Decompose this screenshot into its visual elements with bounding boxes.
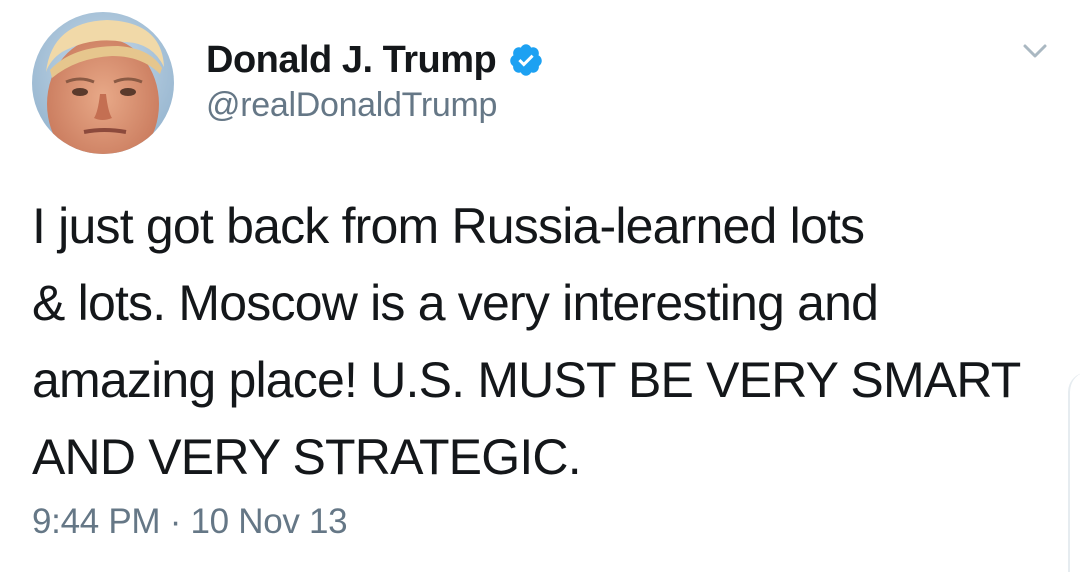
author-row[interactable]: Donald J. Trump: [206, 36, 544, 84]
tweet-time: 9:44 PM: [32, 502, 161, 541]
author-handle[interactable]: @realDonaldTrump: [206, 86, 497, 125]
avatar-image: [32, 12, 174, 154]
tweet-text-line: AND VERY STRATEGIC.: [32, 429, 582, 485]
tweet-text-line: amazing place! U.S. MUST BE VERY SMART: [32, 352, 1021, 408]
tweet-date: 10 Nov 13: [190, 502, 348, 541]
display-name[interactable]: Donald J. Trump: [206, 39, 497, 82]
tweet-card: Donald J. Trump @realDonaldTrump I just …: [0, 0, 1080, 572]
chevron-down-icon[interactable]: [1020, 36, 1050, 66]
tweet-text-line: & lots. Moscow is a very interesting and: [32, 275, 879, 331]
tweet-text: I just got back from Russia-learned lots…: [32, 188, 1032, 496]
meta-separator: ·: [169, 502, 182, 541]
panel-edge: [1068, 372, 1080, 572]
tweet-timestamp[interactable]: 9:44 PM · 10 Nov 13: [32, 502, 348, 542]
tweet-text-line: I just got back from Russia-learned lots: [32, 198, 865, 254]
verified-badge-icon: [508, 42, 544, 78]
avatar[interactable]: [32, 12, 174, 154]
